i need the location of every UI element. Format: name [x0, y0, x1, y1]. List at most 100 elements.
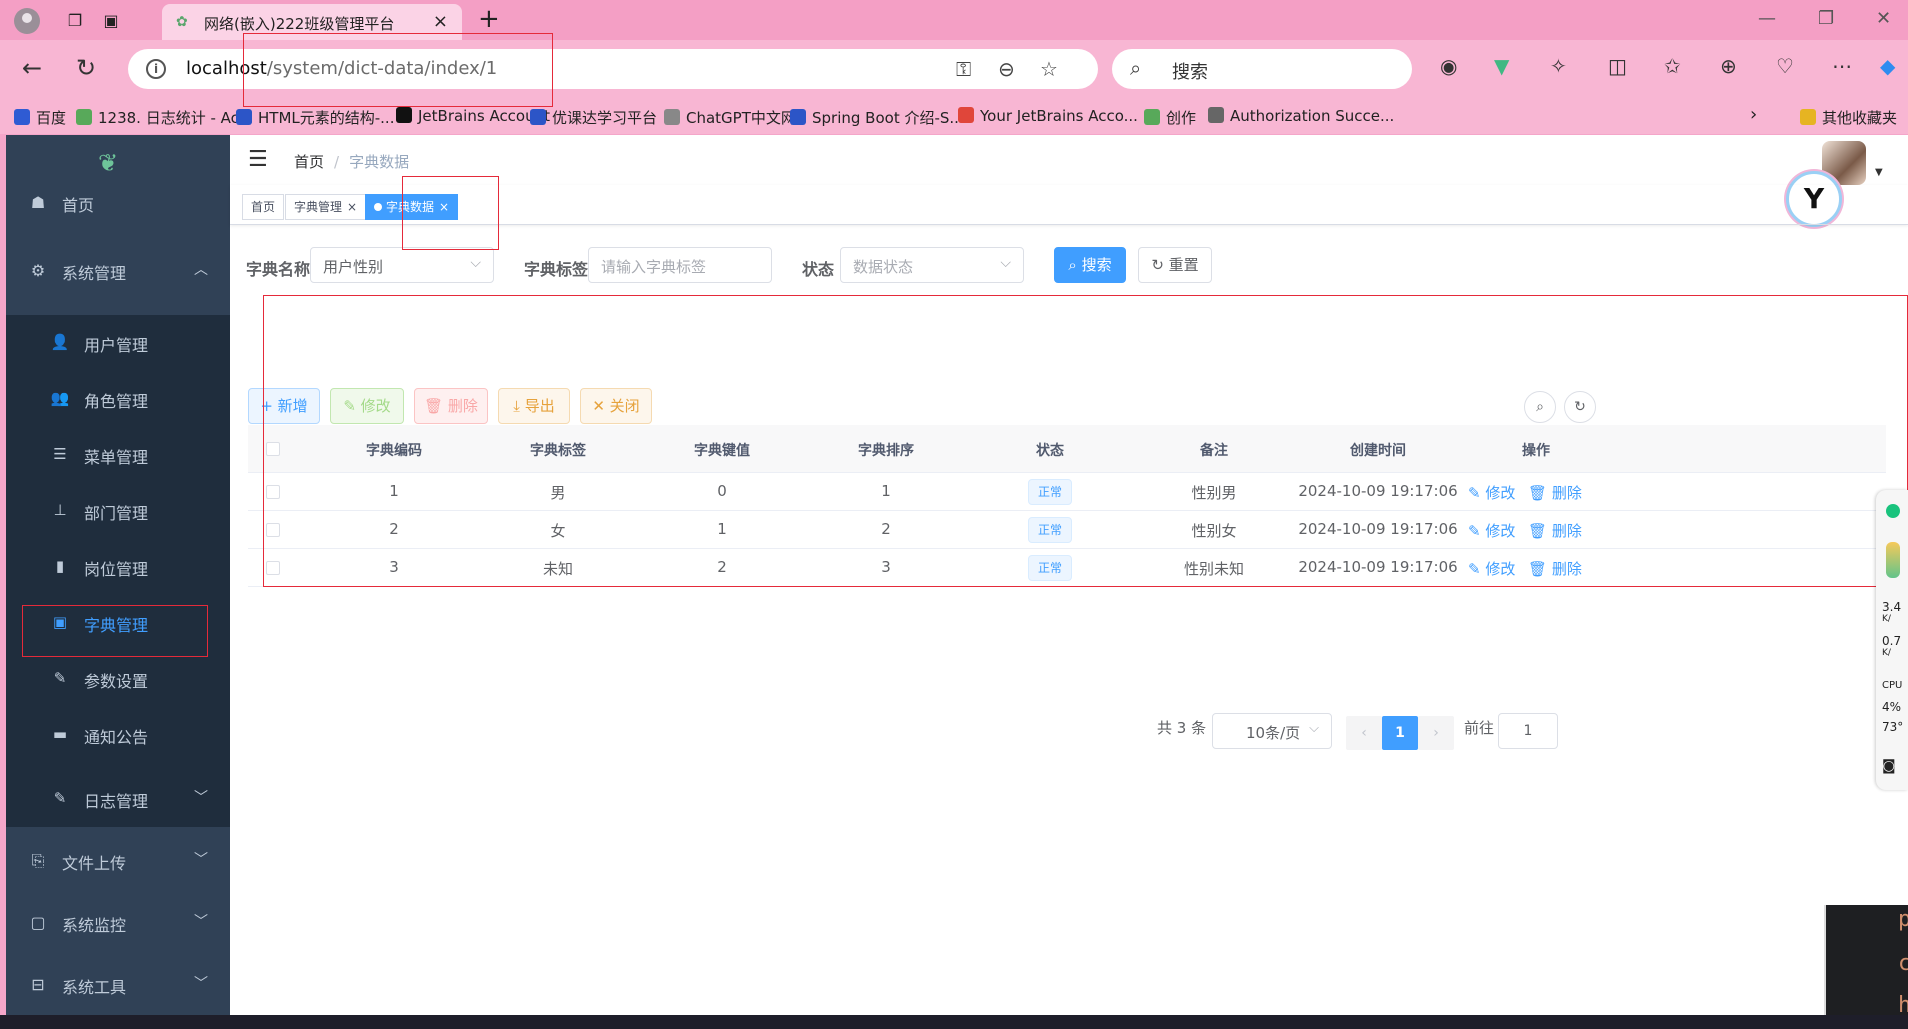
sidebar-sub-item[interactable]: 👤 用户管理 [6, 315, 230, 371]
tab-favicon-icon: ✿ [176, 14, 188, 30]
bookmark-item[interactable]: Your JetBrains Acco... [958, 107, 1138, 125]
sidebar-sub-item[interactable]: ☰ 菜单管理 [6, 427, 230, 483]
bookmark-item[interactable]: 1238. 日志统计 - Ac... [76, 107, 253, 128]
sidebar-item-label: 岗位管理 [84, 560, 149, 579]
favorite-star-icon[interactable]: ☆ [1040, 57, 1058, 81]
tag-home[interactable]: 首页 [242, 194, 285, 220]
sidebar-sub-item[interactable]: ⊥ 部门管理 [6, 483, 230, 539]
dict-name-select[interactable]: 用户性别 ⌵ [310, 247, 494, 283]
sidebar-item-system[interactable]: ⚙ 系统管理 ︿ [6, 243, 230, 299]
vue-devtools-icon[interactable]: ▼ [1494, 54, 1509, 78]
bookmark-item[interactable]: 优课达学习平台 [530, 107, 657, 128]
bookmark-label: ChatGPT中文网 [686, 109, 796, 127]
search-icon: ⌕ [1068, 256, 1082, 274]
bookmark-label: 创作 [1166, 109, 1197, 127]
copilot-icon[interactable]: ◆ [1880, 54, 1895, 78]
sidebar-item-label: 日志管理 [84, 792, 149, 811]
breadcrumb-current: 字典数据 [349, 153, 410, 171]
tag-dict-manage[interactable]: 字典管理 × [285, 194, 367, 220]
bookmark-favicon-icon [396, 107, 412, 123]
refresh-icon: ↻ [1151, 256, 1169, 274]
health-icon[interactable]: ♡ [1776, 54, 1794, 78]
users-icon: 👥 [50, 389, 70, 407]
caret-down-icon[interactable]: ▼ [1875, 167, 1883, 178]
tab-title: 网络(嵌入)222班级管理平台 [204, 15, 395, 33]
bookmark-item[interactable]: Authorization Succe... [1208, 107, 1394, 125]
zoom-icon[interactable]: ⊖ [998, 57, 1015, 81]
bookmark-label: 1238. 日志统计 - Ac... [98, 109, 254, 127]
tab-actions-icon[interactable]: ▣ [100, 10, 122, 32]
annotation-box-menu [22, 605, 208, 657]
back-icon[interactable]: ← [22, 54, 42, 82]
reset-button[interactable]: ↻ 重置 [1138, 247, 1212, 283]
dict-label-label: 字典标签 [524, 260, 589, 279]
page-size-select[interactable]: 10条/页 ⌵ [1212, 713, 1332, 749]
sidebar-item[interactable]: ⎘ 文件上传 ﹀ [6, 833, 230, 889]
pagination-total: 共 3 条 [1157, 719, 1207, 737]
bookmark-item[interactable]: Spring Boot 介绍-S... [790, 107, 964, 128]
refresh-icon[interactable]: ↻ [76, 54, 96, 82]
bookmark-item[interactable]: JetBrains Account [396, 107, 550, 125]
sidebar-item[interactable]: ▢ 系统监控 ﹀ [6, 895, 230, 951]
sidebar: ❦ ☗ 首页 ⚙ 系统管理 ︿ 👤 用户管理 👥 角色管理 ☰ 菜单管理 ⊥ 部门管理 ▮ 岗位管… [6, 135, 230, 1015]
dict-label-input[interactable]: 请输入字典标签 [588, 247, 772, 283]
prev-page-button[interactable]: ‹ [1346, 716, 1382, 750]
bookmark-item[interactable]: ChatGPT中文网 [664, 107, 796, 128]
sidebar-sub-item[interactable]: ▮ 岗位管理 [6, 539, 230, 595]
bookmark-item[interactable]: 创作 [1144, 107, 1196, 128]
gear-icon: ⚙ [30, 261, 46, 280]
sidebar-sub-item[interactable]: ✎ 日志管理 ﹀ [6, 771, 230, 827]
bookmark-item[interactable]: 其他收藏夹 [1800, 107, 1897, 128]
breadcrumb-home[interactable]: 首页 [294, 153, 324, 171]
browser-search-placeholder: 搜索 [1172, 62, 1208, 83]
message-icon: ▬ [52, 725, 68, 743]
bookmark-label: 百度 [36, 109, 67, 127]
hamburger-icon[interactable]: ☰ [248, 147, 268, 172]
profile-icon[interactable] [14, 8, 40, 34]
minimize-icon[interactable]: — [1758, 8, 1776, 29]
bookmark-favicon-icon [14, 109, 30, 125]
status-select[interactable]: 数据状态 ⌵ [840, 247, 1024, 283]
log-icon: ✎ [53, 789, 67, 807]
bookmark-label: Spring Boot 介绍-S... [812, 109, 964, 127]
bookmark-favicon-icon [1144, 109, 1160, 125]
extension-icon[interactable]: ◉ [1440, 54, 1457, 78]
window-close-icon[interactable]: ✕ [1876, 8, 1891, 29]
sidebar-item[interactable]: ⊟ 系统工具 ﹀ [6, 957, 230, 1013]
split-screen-icon[interactable]: ◫ [1608, 54, 1627, 78]
bookmark-item[interactable]: 百度 [14, 107, 66, 128]
favorites-icon[interactable]: ✩ [1664, 54, 1681, 78]
sidebar-item-label: 参数设置 [84, 672, 149, 691]
status-label: 状态 [802, 260, 835, 279]
extensions-icon[interactable]: ✧ [1550, 54, 1567, 78]
sidebar-item-label: 系统工具 [62, 978, 127, 997]
sidebar-sub-item[interactable]: 👥 角色管理 [6, 371, 230, 427]
bookmark-label: 优课达学习平台 [552, 109, 658, 127]
dict-name-label: 字典名称 [246, 260, 311, 279]
site-info-icon[interactable]: i [146, 59, 166, 79]
chevron-down-icon: ⌵ [470, 255, 481, 271]
browser-search-box[interactable]: ⌕ 搜索 [1112, 49, 1412, 89]
bookmark-favicon-icon [530, 109, 546, 125]
bookmarks-more-icon[interactable]: › [1750, 104, 1757, 125]
level-bar-icon [1886, 542, 1900, 578]
bookmark-item[interactable]: HTML元素的结构-... [236, 107, 394, 128]
key-icon[interactable]: ⚿ [956, 57, 971, 81]
sidebar-item-home[interactable]: ☗ 首页 [6, 175, 230, 231]
sidebar-sub-item[interactable]: ▬ 通知公告 [6, 707, 230, 763]
camera-icon[interactable]: ◙ [1882, 758, 1896, 774]
close-tab-icon[interactable]: × [433, 11, 448, 32]
collections-icon[interactable]: ❐ [64, 10, 86, 32]
close-icon[interactable]: × [347, 200, 357, 214]
page-number-button[interactable]: 1 [1382, 716, 1418, 750]
next-page-button[interactable]: › [1418, 716, 1454, 750]
sidebar-sub-item[interactable]: ✎ 参数设置 [6, 651, 230, 707]
dashboard-icon: ☗ [30, 193, 46, 212]
goto-page-input[interactable]: 1 [1498, 713, 1558, 749]
new-tab-icon[interactable]: + [478, 4, 500, 34]
bookmark-label: Your JetBrains Acco... [980, 107, 1138, 125]
more-icon[interactable]: ⋯ [1832, 54, 1852, 78]
search-button[interactable]: ⌕ 搜索 [1054, 247, 1126, 283]
restore-icon[interactable]: ❐ [1818, 8, 1834, 29]
collections-add-icon[interactable]: ⊕ [1720, 54, 1737, 78]
